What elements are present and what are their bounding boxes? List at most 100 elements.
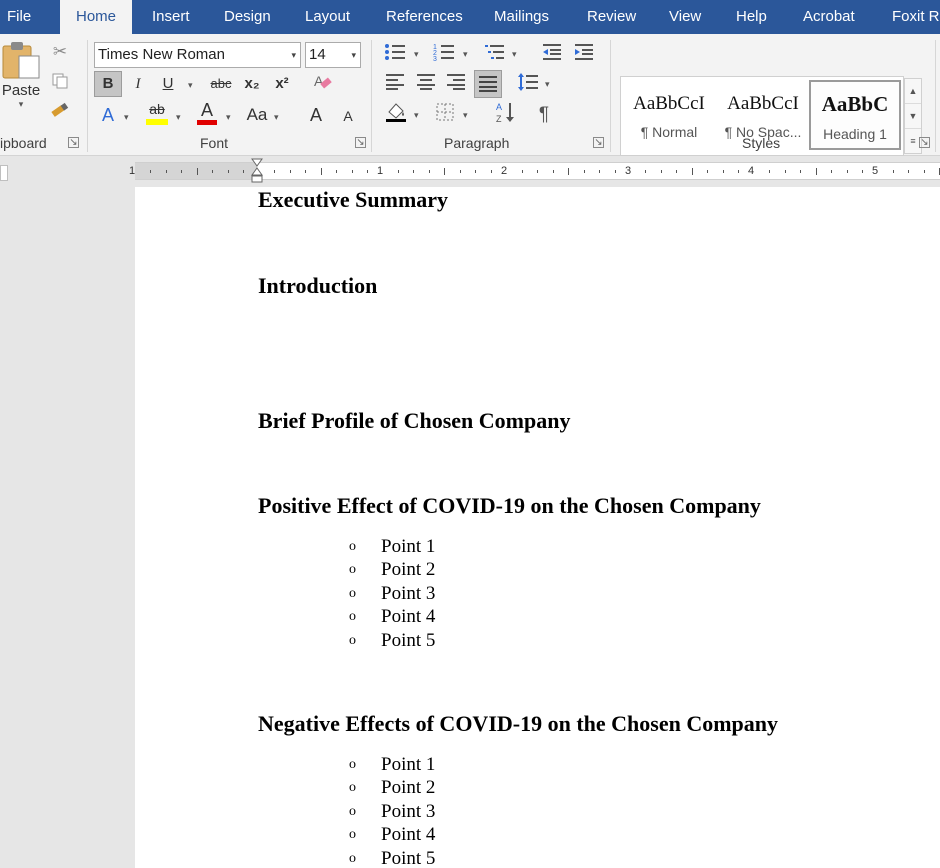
font-family-combo[interactable]: Times New Roman ▾ bbox=[94, 42, 301, 68]
tab-mailings[interactable]: Mailings bbox=[494, 0, 549, 34]
tab-layout[interactable]: Layout bbox=[305, 0, 350, 34]
ruler-number: 4 bbox=[748, 165, 755, 177]
chevron-down-icon[interactable]: ▾ bbox=[188, 80, 193, 91]
text-effects-icon[interactable]: A bbox=[96, 102, 120, 128]
ruler-tick bbox=[490, 170, 492, 173]
ruler-tick bbox=[444, 168, 446, 175]
bullets-icon[interactable] bbox=[383, 42, 407, 66]
underline-button[interactable]: U bbox=[156, 71, 180, 97]
ribbon-tab-bar: File Home Insert Design Layout Reference… bbox=[0, 0, 940, 34]
decrease-indent-icon[interactable] bbox=[540, 42, 564, 66]
chevron-down-icon[interactable]: ▾ bbox=[545, 79, 550, 90]
subscript-button[interactable]: x₂ bbox=[240, 71, 264, 97]
tab-review[interactable]: Review bbox=[587, 0, 636, 34]
chevron-down-icon[interactable]: ▾ bbox=[463, 110, 468, 121]
font-color-button[interactable]: A bbox=[194, 100, 220, 128]
increase-indent-icon[interactable] bbox=[572, 42, 596, 66]
chevron-down-icon[interactable]: ▾ bbox=[463, 49, 468, 60]
tab-design[interactable]: Design bbox=[224, 0, 271, 34]
dialog-launcher-icon[interactable]: ↘ bbox=[68, 137, 79, 148]
superscript-button[interactable]: x² bbox=[270, 71, 294, 97]
heading-introduction: Introduction bbox=[258, 273, 378, 298]
tab-view[interactable]: View bbox=[669, 0, 701, 34]
bullet-marker: o bbox=[349, 585, 356, 601]
tab-insert[interactable]: Insert bbox=[152, 0, 190, 34]
style-name: Heading 1 bbox=[823, 126, 887, 142]
chevron-down-icon: ▾ bbox=[351, 50, 356, 60]
bold-button[interactable]: B bbox=[94, 71, 122, 97]
numbering-icon[interactable]: 123 bbox=[432, 42, 456, 66]
grow-font-button[interactable]: A bbox=[305, 102, 327, 128]
paste-label: Paste bbox=[1, 82, 41, 99]
change-case-button[interactable]: Aa bbox=[244, 102, 270, 128]
strikethrough-button[interactable]: abc bbox=[206, 71, 236, 97]
chevron-down-icon[interactable]: ▾ bbox=[512, 49, 517, 60]
svg-text:3: 3 bbox=[433, 56, 437, 62]
tab-help[interactable]: Help bbox=[736, 0, 767, 34]
chevron-down-icon[interactable]: ▾ bbox=[176, 112, 181, 123]
justify-icon[interactable] bbox=[474, 70, 502, 98]
bullet-marker: o bbox=[349, 539, 356, 554]
tab-foxit-reader[interactable]: Foxit Re bbox=[892, 0, 940, 34]
chevron-down-icon[interactable]: ▾ bbox=[226, 112, 231, 123]
ruler-tick bbox=[784, 170, 786, 173]
style-normal[interactable]: AaBbCcI ¶ Normal bbox=[623, 81, 715, 151]
font-size-combo[interactable]: 14 ▾ bbox=[305, 42, 361, 68]
svg-text:A: A bbox=[496, 102, 502, 112]
ruler-tick bbox=[305, 170, 307, 173]
shrink-font-button[interactable]: A bbox=[337, 104, 359, 128]
shading-button[interactable] bbox=[383, 100, 409, 128]
align-left-icon[interactable] bbox=[383, 72, 407, 96]
align-right-icon[interactable] bbox=[444, 72, 468, 96]
dialog-launcher-icon[interactable]: ↘ bbox=[919, 137, 930, 148]
ruler-tick bbox=[614, 170, 616, 173]
chevron-down-icon: ▾ bbox=[291, 50, 296, 60]
sort-icon[interactable]: AZ bbox=[494, 100, 518, 128]
borders-icon[interactable] bbox=[432, 102, 458, 128]
chevron-up-icon[interactable]: ▲ bbox=[905, 79, 921, 104]
chevron-down-icon[interactable]: ▼ bbox=[905, 104, 921, 129]
italic-button[interactable]: I bbox=[126, 71, 150, 97]
cut-icon[interactable]: ✂ bbox=[48, 42, 72, 64]
tab-home[interactable]: Home bbox=[60, 0, 132, 34]
tab-references[interactable]: References bbox=[386, 0, 463, 34]
highlight-button[interactable]: ab bbox=[143, 100, 171, 128]
clear-formatting-icon[interactable]: A bbox=[310, 71, 336, 97]
line-spacing-icon[interactable] bbox=[515, 72, 541, 96]
align-center-icon[interactable] bbox=[414, 72, 438, 96]
style-heading-1[interactable]: AaBbC Heading 1 bbox=[809, 80, 901, 150]
font-color-swatch bbox=[197, 120, 217, 125]
tab-selector[interactable] bbox=[0, 165, 8, 181]
style-sample: AaBbC bbox=[821, 92, 889, 116]
highlight-label: ab bbox=[149, 101, 165, 117]
list-item: o Point 3 bbox=[349, 582, 435, 605]
chevron-down-icon[interactable]: ▾ bbox=[124, 112, 129, 123]
list-item-text: Point 1 bbox=[381, 754, 436, 775]
tab-file[interactable]: File bbox=[7, 0, 31, 34]
chevron-down-icon[interactable]: ▾ bbox=[274, 112, 279, 123]
format-painter-icon[interactable] bbox=[48, 102, 72, 124]
ruler-tick bbox=[862, 170, 864, 173]
ruler-tick bbox=[738, 170, 740, 173]
chevron-down-icon[interactable]: ▾ bbox=[414, 49, 419, 60]
indent-marker-icon[interactable] bbox=[251, 158, 263, 188]
list-item: o Point 5 bbox=[349, 847, 435, 868]
ruler-tick bbox=[892, 170, 894, 173]
style-name: ¶ Normal bbox=[640, 124, 698, 140]
paste-button[interactable]: Paste ▾ bbox=[0, 40, 42, 120]
ruler-tick bbox=[599, 170, 601, 173]
dialog-launcher-icon[interactable]: ↘ bbox=[355, 137, 366, 148]
list-item-text: Point 4 bbox=[381, 824, 436, 846]
copy-icon[interactable] bbox=[48, 72, 72, 94]
list-item: o Point 5 bbox=[349, 629, 435, 652]
ruler-tick bbox=[196, 168, 198, 175]
ruler-tick bbox=[181, 170, 183, 173]
dialog-launcher-icon[interactable]: ↘ bbox=[593, 137, 604, 148]
show-formatting-marks-button[interactable]: ¶ bbox=[533, 102, 555, 128]
ruler-tick bbox=[769, 170, 771, 173]
chevron-down-icon[interactable]: ▾ bbox=[414, 110, 419, 121]
tab-acrobat[interactable]: Acrobat bbox=[803, 0, 855, 34]
document-page[interactable]: Executive Summary Introduction Brief Pro… bbox=[135, 187, 940, 868]
multilevel-list-icon[interactable] bbox=[482, 42, 508, 66]
ruler-tick bbox=[243, 170, 245, 173]
